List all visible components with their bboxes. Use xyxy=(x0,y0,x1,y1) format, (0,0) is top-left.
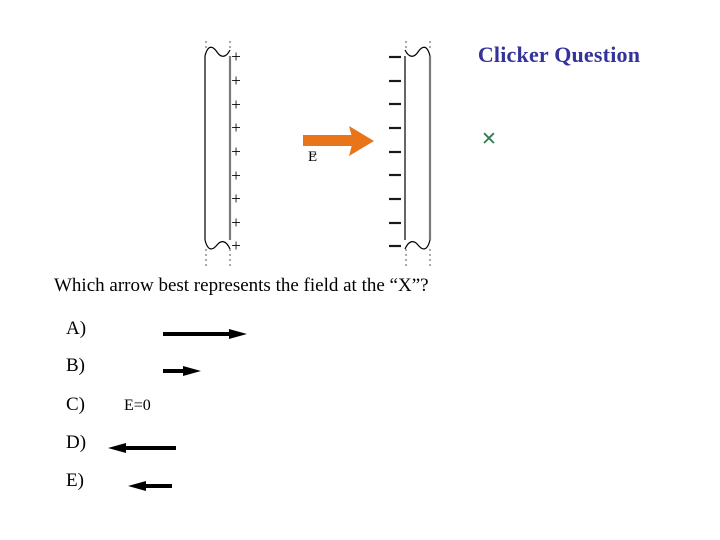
positive-charges: + + + + + + + + + xyxy=(231,47,241,255)
negative-plate-torn-bottom xyxy=(404,239,431,250)
option-a-label: A) xyxy=(66,318,87,339)
slide-canvas: + + + + + + + + + → E ✕ Clicker Question… xyxy=(0,0,720,540)
field-label: → E xyxy=(307,145,319,165)
positive-plate-dash-bottom xyxy=(205,249,231,268)
option-b-label: B) xyxy=(66,355,85,376)
x-marker: ✕ xyxy=(481,129,497,150)
svg-text:+: + xyxy=(231,236,241,255)
positive-plate-torn-top xyxy=(204,46,231,57)
negative-plate-dash-bottom xyxy=(405,249,431,268)
page-title: Clicker Question xyxy=(477,42,641,67)
negative-plate-torn-top xyxy=(404,46,431,57)
option-c-label: C) xyxy=(66,394,85,415)
option-a-arrow xyxy=(163,326,249,342)
positive-plate-dash-top xyxy=(205,40,231,48)
svg-text:+: + xyxy=(231,189,241,208)
option-b[interactable]: B) xyxy=(0,355,720,387)
negative-charges xyxy=(389,55,401,248)
option-d-label: D) xyxy=(66,432,87,453)
svg-text:+: + xyxy=(231,95,241,114)
option-e-arrow xyxy=(126,478,174,494)
svg-text:+: + xyxy=(231,142,241,161)
svg-text:+: + xyxy=(231,166,241,185)
option-c[interactable]: C) E=0 xyxy=(0,394,720,426)
positive-plate-torn-bottom xyxy=(204,239,231,250)
field-label-vector-accent: → xyxy=(307,145,319,159)
svg-text:+: + xyxy=(231,213,241,232)
negative-plate-dash-top xyxy=(405,40,431,48)
negative-plate-group xyxy=(389,40,432,268)
option-e-label: E) xyxy=(66,470,84,491)
option-b-arrow xyxy=(163,363,203,379)
option-e[interactable]: E) xyxy=(0,470,720,502)
svg-text:+: + xyxy=(231,71,241,90)
question-text: Which arrow best represents the field at… xyxy=(54,275,429,296)
svg-text:+: + xyxy=(231,118,241,137)
option-d-arrow xyxy=(104,440,178,456)
option-c-value: E=0 xyxy=(124,397,151,414)
positive-plate-group: + + + + + + + + + xyxy=(204,40,241,268)
svg-text:+: + xyxy=(231,47,241,66)
option-d[interactable]: D) xyxy=(0,432,720,464)
option-a[interactable]: A) xyxy=(0,318,720,350)
